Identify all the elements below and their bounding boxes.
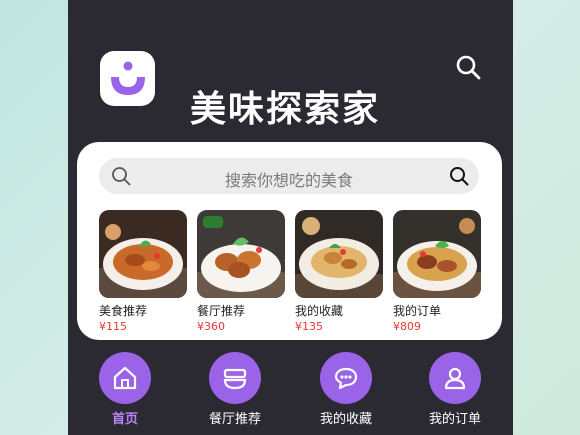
bowl-icon	[223, 368, 247, 390]
nav-orders-label[interactable]: 我的订单	[420, 408, 490, 427]
nav-favorites-label[interactable]: 我的收藏	[311, 408, 381, 427]
app-logo	[100, 51, 155, 106]
tile-price: ¥135	[295, 320, 323, 333]
tile-restaurant-recommend[interactable]: 餐厅推荐 ¥360	[197, 210, 285, 333]
tile-label: 我的收藏	[295, 304, 344, 318]
user-icon	[444, 367, 466, 390]
dish-photo	[393, 210, 481, 298]
home-icon	[113, 366, 137, 390]
content-card: 搜索你想吃的美食 美食推荐 ¥115 餐厅推荐 ¥360 我的收藏 ¥135 我…	[77, 142, 502, 340]
tile-my-orders[interactable]: 我的订单 ¥809	[393, 210, 481, 333]
chat-bubble-icon	[334, 367, 358, 390]
tile-my-favorites[interactable]: 我的收藏 ¥135	[295, 210, 383, 333]
search-placeholder: 搜索你想吃的美食	[224, 171, 353, 190]
search-submit-icon[interactable]	[449, 166, 469, 186]
tile-label: 美食推荐	[99, 304, 148, 318]
tile-price: ¥115	[99, 320, 127, 333]
dish-photo	[295, 210, 383, 298]
nav-orders-button[interactable]	[429, 352, 481, 404]
search-icon	[456, 55, 481, 80]
app-screen: 美味探索家 搜索你想吃的美食 美食推荐 ¥115 餐厅推荐 ¥360 我的收藏 …	[68, 0, 513, 435]
tile-label: 我的订单	[393, 304, 442, 318]
nav-restaurant-button[interactable]	[209, 352, 261, 404]
nav-home-label[interactable]: 首页	[99, 408, 151, 427]
category-tiles: 美食推荐 ¥115 餐厅推荐 ¥360 我的收藏 ¥135 我的订单 ¥809	[99, 210, 489, 333]
nav-restaurant-label[interactable]: 餐厅推荐	[200, 408, 270, 427]
dish-photo	[197, 210, 285, 298]
nav-home-button[interactable]	[99, 352, 151, 404]
bowl-logo-icon	[110, 61, 145, 95]
tile-food-recommend[interactable]: 美食推荐 ¥115	[99, 210, 187, 333]
search-input[interactable]: 搜索你想吃的美食	[99, 158, 479, 194]
app-title: 美味探索家	[190, 89, 381, 130]
header-search-button[interactable]	[454, 53, 482, 81]
tile-label: 餐厅推荐	[197, 304, 246, 318]
tile-price: ¥360	[197, 320, 225, 333]
tile-price: ¥809	[393, 320, 421, 333]
nav-favorites-button[interactable]	[320, 352, 372, 404]
dish-photo	[99, 210, 187, 298]
